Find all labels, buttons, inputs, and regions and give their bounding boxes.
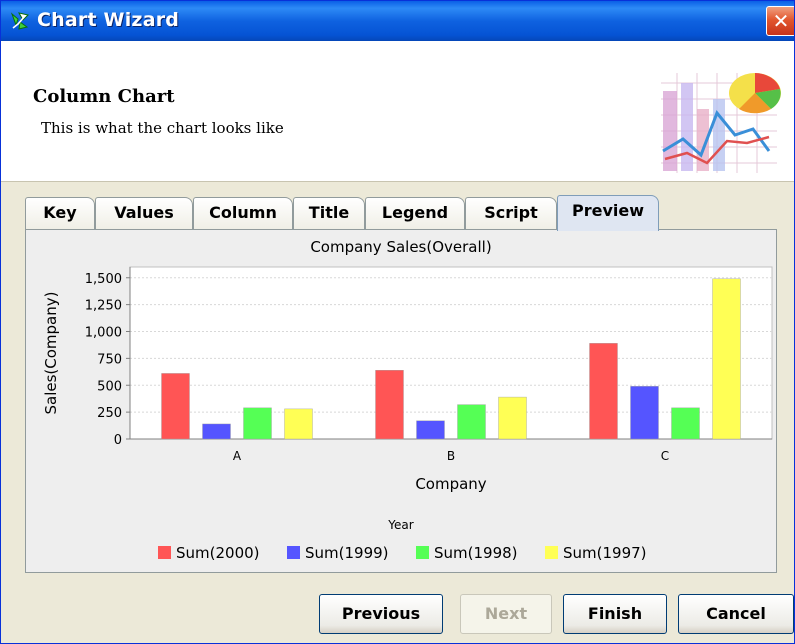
wizard-header: Column Chart This is what the chart look… <box>1 41 794 182</box>
finish-button[interactable]: Finish <box>563 594 667 634</box>
chart-graphic-icon <box>657 63 783 181</box>
tab-title[interactable]: Title <box>293 197 365 229</box>
bar <box>243 407 272 440</box>
legend-title: Year <box>387 518 413 532</box>
preview-panel: Company Sales(Overall) 0 250 500 750 1,000 1,2… <box>25 229 777 573</box>
bar <box>457 404 486 440</box>
bar <box>375 369 404 440</box>
bar <box>630 386 659 440</box>
legend-swatch <box>158 546 171 559</box>
y-tick-label: 0 <box>114 433 122 448</box>
window-title: Chart Wizard <box>37 9 180 31</box>
bar <box>284 408 313 440</box>
tab-legend[interactable]: Legend <box>365 197 465 229</box>
chart-wizard-icon <box>10 12 29 30</box>
header-subtitle: This is what the chart looks like <box>41 119 284 137</box>
y-tick-label: 1,250 <box>85 299 122 314</box>
bar <box>416 420 445 440</box>
legend-swatch <box>287 546 300 559</box>
x-tick-label: C <box>661 449 669 463</box>
bar <box>202 423 231 440</box>
y-tick-label: 500 <box>97 379 122 394</box>
bar <box>498 396 527 440</box>
x-tick-label: B <box>447 449 455 463</box>
y-axis-label: Sales(Company) <box>42 292 60 415</box>
next-button[interactable]: Next <box>460 594 552 634</box>
y-tick-label: 250 <box>97 406 122 421</box>
bar <box>671 407 700 440</box>
legend-swatch <box>416 546 429 559</box>
legend-label: Sum(1998) <box>434 544 518 562</box>
cancel-button[interactable]: Cancel <box>678 594 794 634</box>
chart-wizard-window: Chart Wizard ✕ Column Chart This is what… <box>0 0 795 644</box>
bar <box>712 278 741 440</box>
chart-title: Company Sales(Overall) <box>310 238 491 256</box>
legend-label: Sum(1997) <box>563 544 647 562</box>
legend-swatch <box>545 546 558 559</box>
chart-area: Company Sales(Overall) 0 250 500 750 1,000 1,2… <box>26 230 776 572</box>
tab-script[interactable]: Script <box>465 197 557 229</box>
close-icon: ✕ <box>772 9 790 33</box>
bar <box>161 373 190 440</box>
tab-preview[interactable]: Preview <box>557 195 659 231</box>
y-tick-label: 750 <box>97 352 122 367</box>
x-axis-label: Company <box>415 475 486 493</box>
y-tick-label: 1,500 <box>85 272 122 287</box>
y-tick-label: 1,000 <box>85 326 122 341</box>
legend-label: Sum(2000) <box>176 544 260 562</box>
tab-values[interactable]: Values <box>95 197 193 229</box>
tab-column[interactable]: Column <box>193 197 293 229</box>
legend-label: Sum(1999) <box>305 544 389 562</box>
column-chart: Company Sales(Overall) 0 250 500 750 1,000 1,2… <box>42 238 773 562</box>
previous-button[interactable]: Previous <box>319 594 443 634</box>
tab-key[interactable]: Key <box>25 197 95 229</box>
close-button[interactable]: ✕ <box>766 6 794 36</box>
bar <box>589 343 618 440</box>
title-bar[interactable]: Chart Wizard ✕ <box>1 1 794 41</box>
header-title: Column Chart <box>33 86 175 107</box>
x-tick-label: A <box>233 449 242 463</box>
